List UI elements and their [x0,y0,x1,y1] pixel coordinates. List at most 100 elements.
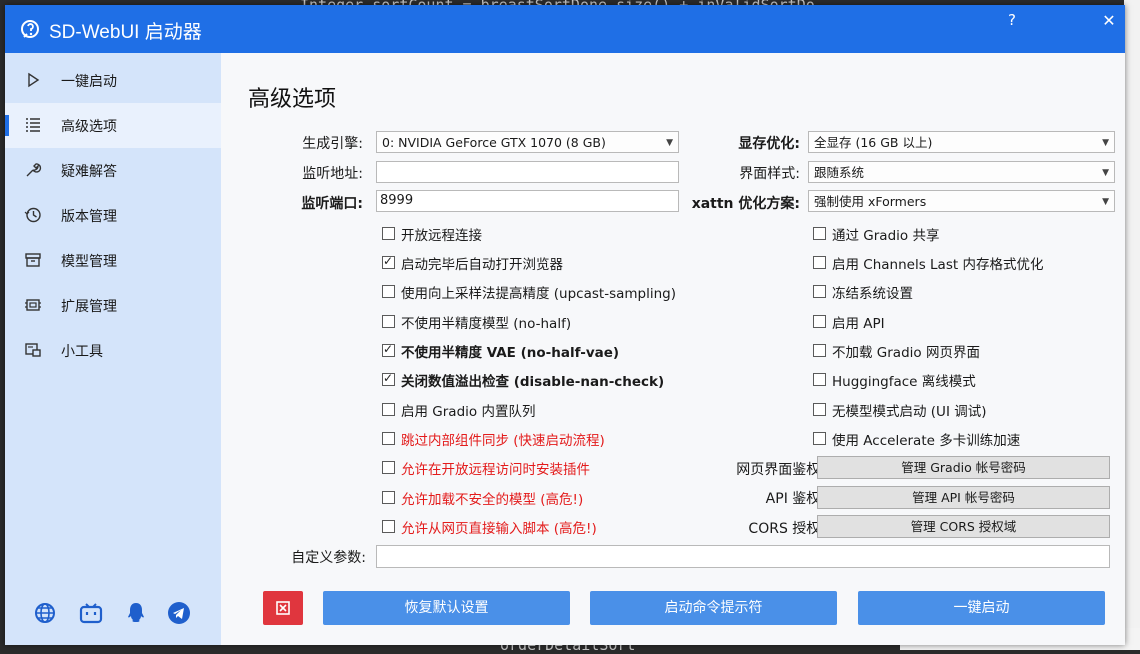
checkmark-icon: ✓ [383,342,394,356]
vram-select[interactable]: 全显存 (16 GB 以上) ▼ [808,131,1115,153]
sidebar-item-label: 一键启动 [61,74,117,90]
wrench-icon [26,163,42,177]
reset-icon [276,601,290,615]
sidebar-item-tools[interactable]: 小工具 [5,328,221,373]
custom-args-label: 自定义参数: [291,550,366,566]
active-indicator [5,115,9,136]
restore-defaults-button[interactable]: 恢复默认设置 [323,591,570,625]
listen-port-input[interactable]: 8999 [376,190,679,212]
engine-select-value: 0: NVIDIA GeForce GTX 1070 (8 GB) [382,135,606,150]
checkbox-label: 跳过内部组件同步 (快速启动流程) [401,433,605,449]
sidebar-item-versions[interactable]: 版本管理 [5,193,221,238]
listen-address-label: 监听地址: [302,166,363,182]
reset-icon-button[interactable] [263,591,303,625]
chevron-down-icon: ▼ [666,138,673,148]
chevron-down-icon: ▼ [1102,197,1109,207]
checkbox-label: 允许加载不安全的模型 (高危!) [401,492,584,508]
checkbox-box[interactable]: ✓ [813,432,826,445]
sidebar-item-label: 扩展管理 [61,299,117,315]
manage-cors-button[interactable]: 管理 CORS 授权域 [817,515,1110,538]
checkbox-label: 开放远程连接 [401,228,482,244]
command-prompt-button[interactable]: 启动命令提示符 [590,591,837,625]
checkbox-box[interactable]: ✓ [813,403,826,416]
engine-select[interactable]: 0: NVIDIA GeForce GTX 1070 (8 GB) ▼ [376,131,679,153]
checkbox-box[interactable]: ✓ [382,520,395,533]
list-icon [26,118,40,132]
listen-port-label: 监听端口: [301,196,363,212]
checkmark-icon: ✓ [383,254,394,268]
checkbox-label: 允许在开放远程访问时安装插件 [401,462,590,478]
chevron-down-icon: ▼ [1102,168,1109,178]
sidebar-item-quick-launch[interactable]: 一键启动 [5,58,221,103]
checkbox-box[interactable]: ✓ [813,285,826,298]
checkbox-label: 关闭数值溢出检查 (disable-nan-check) [401,374,665,390]
checkbox-box[interactable]: ✓ [382,432,395,445]
checkbox-box[interactable]: ✓ [382,315,395,328]
close-button[interactable]: ✕ [1098,11,1120,31]
checkbox-box[interactable]: ✓ [382,227,395,240]
manage-gradio-auth-button[interactable]: 管理 Gradio 帐号密码 [817,456,1110,479]
checkbox-box[interactable]: ✓ [382,461,395,474]
checkbox-label: 启用 Channels Last 内存格式优化 [832,257,1044,273]
checkbox-box[interactable]: ✓ [382,403,395,416]
checkbox-box[interactable]: ✓ [813,315,826,328]
checkbox-box[interactable]: ✓ [813,344,826,357]
cors-auth-label: CORS 授权: [748,521,825,537]
sidebar-item-extensions[interactable]: 扩展管理 [5,283,221,328]
tools-icon [25,343,41,357]
vram-label: 显存优化: [738,136,800,152]
sidebar: 一键启动 高级选项 疑难解答 版本管理 模型管理 扩展管理 小工具 [5,53,221,645]
chip-icon [25,299,41,311]
listen-address-input[interactable] [376,161,679,183]
checkbox-box[interactable]: ✓ [382,342,395,357]
sidebar-item-label: 疑难解答 [61,164,117,180]
globe-icon[interactable] [33,601,57,625]
theme-select[interactable]: 跟随系统 ▼ [808,161,1115,183]
theme-label: 界面样式: [739,166,800,182]
vram-select-value: 全显存 (16 GB 以上) [814,135,933,150]
checkbox-label: 启用 API [832,316,885,332]
checkbox-box[interactable]: ✓ [813,256,826,269]
sidebar-item-label: 版本管理 [61,209,117,225]
checkbox-box[interactable]: ✓ [382,285,395,298]
title-bar[interactable]: SD-WebUI 启动器 ? ✕ [5,5,1125,53]
help-button[interactable]: ? [1001,11,1023,31]
manage-api-auth-button[interactable]: 管理 API 帐号密码 [817,486,1110,509]
sidebar-item-label: 小工具 [61,344,103,360]
checkbox-label: 不加载 Gradio 网页界面 [832,345,980,361]
sidebar-item-models[interactable]: 模型管理 [5,238,221,283]
custom-args-input[interactable] [376,545,1110,568]
xattn-select[interactable]: 强制使用 xFormers ▼ [808,190,1115,212]
app-logo-icon [21,20,39,38]
play-icon [28,72,40,88]
checkbox-label: 启用 Gradio 内置队列 [401,404,536,420]
checkbox-box[interactable]: ✓ [382,371,395,386]
webui-auth-label: 网页界面鉴权: [736,462,825,478]
checkbox-box[interactable]: ✓ [813,227,826,240]
checkbox-box[interactable]: ✓ [813,373,826,386]
checkbox-box[interactable]: ✓ [382,491,395,504]
history-icon [24,207,41,223]
sidebar-item-advanced[interactable]: 高级选项 [5,103,221,148]
xattn-select-value: 强制使用 xFormers [814,194,927,209]
checkbox-label: 使用向上采样法提高精度 (upcast-sampling) [401,286,676,302]
engine-label: 生成引擎: [302,136,363,152]
window-title: SD-WebUI 启动器 [49,22,202,43]
one-click-launch-button[interactable]: 一键启动 [858,591,1105,625]
checkbox-label: 使用 Accelerate 多卡训练加速 [832,433,1021,449]
checkbox-label: 通过 Gradio 共享 [832,228,940,244]
sidebar-item-troubleshoot[interactable]: 疑难解答 [5,148,221,193]
page-title: 高级选项 [248,87,337,112]
bilibili-icon[interactable] [79,601,103,625]
sidebar-item-label: 模型管理 [61,254,117,270]
qq-icon[interactable] [124,601,148,625]
background-editor-edge [1124,0,1140,650]
advanced-options-panel: 高级选项 生成引擎: 0: NVIDIA GeForce GTX 1070 (8… [221,53,1125,645]
checkbox-box[interactable]: ✓ [382,254,395,269]
checkbox-label: 不使用半精度 VAE (no-half-vae) [401,345,620,361]
xattn-label: xattn 优化方案: [691,196,800,212]
telegram-icon[interactable] [167,601,191,625]
archive-icon [25,253,41,267]
theme-select-value: 跟随系统 [814,165,865,180]
launcher-window: SD-WebUI 启动器 ? ✕ 一键启动 高级选项 疑难解答 版本管理 模型管… [5,5,1125,645]
